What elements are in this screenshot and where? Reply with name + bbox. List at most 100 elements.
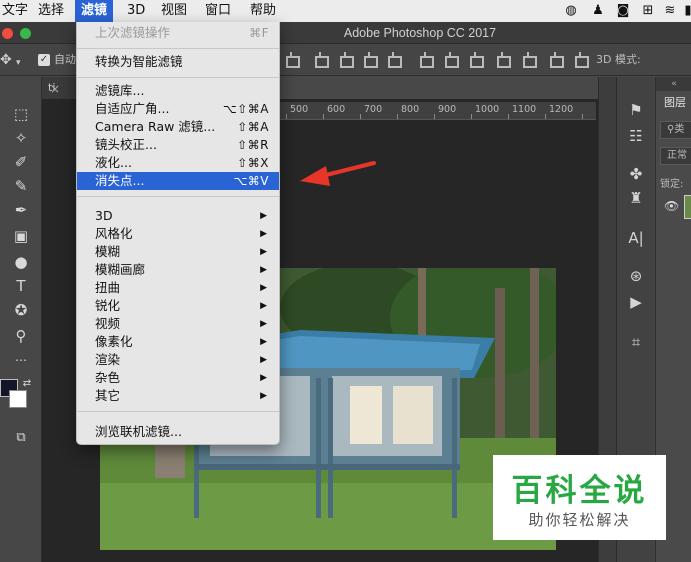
menu-filter[interactable]: 滤镜 [75, 0, 114, 22]
distribute-right-icon[interactable] [548, 52, 564, 68]
microphone-icon[interactable]: ◙ [615, 3, 631, 19]
submenu-arrow-icon: ▶ [260, 265, 267, 275]
menu-item-label: 上次滤镜操作 [95, 25, 171, 40]
close-tab-icon[interactable]: × [50, 82, 60, 96]
properties-icon[interactable]: ⚑ [625, 99, 647, 121]
menu-text[interactable]: 文字 [0, 0, 34, 22]
chevron-down-icon[interactable]: ▾ [16, 55, 21, 71]
lock-label: 锁定: [660, 179, 684, 190]
play-icon[interactable]: ▶ [625, 291, 647, 313]
auto-select-label: 自动 [54, 53, 76, 66]
type-tool-icon[interactable]: T [10, 275, 32, 297]
layer-visibility-icon[interactable]: 👁 [664, 199, 679, 213]
distribute-top-icon[interactable] [418, 52, 434, 68]
battery-icon[interactable]: ▮ [680, 3, 691, 19]
submenu-video[interactable]: 视频 ▶ [77, 315, 279, 333]
menu-item-vanishing-point[interactable]: 消失点... ⌥⌘V [77, 172, 279, 190]
menu-item-filter-gallery[interactable]: 滤镜库... [77, 82, 279, 100]
menu-item-camera-raw[interactable]: Camera Raw 滤镜... ⇧⌘A [77, 118, 279, 136]
move-tool-icon[interactable]: ✥ [0, 52, 12, 68]
menu-item-liquify[interactable]: 液化... ⇧⌘X [77, 154, 279, 172]
horizontal-ruler: 500 600 700 800 900 1000 1100 1200 [280, 102, 596, 120]
menu-select[interactable]: 选择 [32, 0, 70, 22]
submenu-other[interactable]: 其它 ▶ [77, 387, 279, 405]
menu-3d[interactable]: 3D [121, 0, 151, 22]
submenu-render[interactable]: 渲染 ▶ [77, 351, 279, 369]
magic-wand-tool-icon[interactable]: ✧ [10, 127, 32, 149]
submenu-arrow-icon: ▶ [260, 337, 267, 347]
align-center-icon[interactable] [313, 52, 329, 68]
auto-select-checkbox[interactable]: ✓ [38, 54, 50, 66]
menu-item-label: 模糊画廊 [95, 262, 146, 277]
wechat-icon[interactable]: ◍ [563, 3, 579, 19]
filter-dropdown-menu: 上次滤镜操作 ⌘F 转换为智能滤镜 滤镜库... 自适应广角... ⌥⇧⌘A C… [76, 22, 280, 445]
menu-item-browse-online-filters[interactable]: 浏览联机滤镜... [77, 423, 279, 441]
menu-item-label: 消失点... [95, 173, 145, 188]
submenu-pixelate[interactable]: 像素化 ▶ [77, 333, 279, 351]
character-icon[interactable]: A| [625, 227, 647, 249]
zoom-tool-icon[interactable]: ⚲ [10, 325, 32, 347]
align-right-icon[interactable] [338, 52, 354, 68]
menu-item-convert-smart-filter[interactable]: 转换为智能滤镜 [77, 53, 279, 71]
ruler-label: 600 [327, 104, 346, 115]
adjustments-icon[interactable]: ☷ [625, 125, 647, 147]
layer-thumbnail[interactable] [684, 195, 691, 219]
history-brush-tool-icon[interactable]: ✒ [10, 199, 32, 221]
menu-item-label: 风格化 [95, 226, 133, 241]
brush-tool-icon[interactable]: ✎ [10, 175, 32, 197]
blend-mode-select[interactable]: 正常 [660, 147, 691, 165]
submenu-blur-gallery[interactable]: 模糊画廊 ▶ [77, 261, 279, 279]
submenu-arrow-icon: ▶ [260, 247, 267, 257]
distribute-left-icon[interactable] [495, 52, 511, 68]
libraries-icon[interactable]: ♜ [625, 187, 647, 209]
menu-item-label: 视频 [95, 316, 121, 331]
menu-item-lens-correction[interactable]: 镜头校正... ⇧⌘R [77, 136, 279, 154]
submenu-noise[interactable]: 杂色 ▶ [77, 369, 279, 387]
custom-shape-tool-icon[interactable]: ✪ [10, 299, 32, 321]
eyedropper-tool-icon[interactable]: ✐ [10, 151, 32, 173]
menu-item-adaptive-wide-angle[interactable]: 自适应广角... ⌥⇧⌘A [77, 100, 279, 118]
dodge-tool-icon[interactable]: ● [10, 251, 32, 273]
menu-item-label: Camera Raw 滤镜... [95, 119, 216, 134]
menu-item-label: 3D [95, 208, 113, 223]
zoom-window-icon[interactable] [20, 28, 31, 39]
submenu-stylize[interactable]: 风格化 ▶ [77, 225, 279, 243]
swap-colors-icon[interactable]: ⇄ [16, 373, 38, 395]
crop-icon[interactable]: ⌗ [625, 331, 647, 353]
actions-icon[interactable]: ⊛ [625, 265, 647, 287]
close-window-icon[interactable] [2, 28, 13, 39]
submenu-3d[interactable]: 3D ▶ [77, 207, 279, 225]
styles-icon[interactable]: ✤ [625, 163, 647, 185]
distribute-center-icon[interactable] [521, 52, 537, 68]
menu-item-label: 模糊 [95, 244, 121, 259]
align-middle-icon[interactable] [386, 52, 402, 68]
gradient-tool-icon[interactable]: ▣ [10, 225, 32, 247]
input-method-icon[interactable]: ⊞ [640, 3, 656, 19]
menu-view[interactable]: 视图 [155, 0, 193, 22]
layer-filter-search[interactable]: ⚲类 [660, 121, 691, 139]
ruler-label: 500 [290, 104, 309, 115]
layers-panel-title[interactable]: 图层 [664, 94, 686, 110]
more-tools-icon[interactable]: ⋯ [10, 349, 32, 371]
collapse-panels-icon[interactable]: « [656, 77, 691, 91]
submenu-blur[interactable]: 模糊 ▶ [77, 243, 279, 261]
watermark-subtitle: 助你轻松解决 [528, 511, 631, 529]
submenu-arrow-icon: ▶ [260, 373, 267, 383]
align-top-icon[interactable] [362, 52, 378, 68]
notification-icon[interactable]: ♟ [590, 3, 606, 19]
auto-align-icon[interactable] [573, 52, 589, 68]
distribute-middle-icon[interactable] [443, 52, 459, 68]
tools-panel: ⬚ ✧ ✐ ✎ ✒ ▣ ● T ✪ ⚲ ⋯ ⇄ ⧉ [0, 77, 42, 562]
shortcut-label: ⇧⌘X [237, 156, 269, 170]
wifi-icon[interactable]: ≋ [662, 3, 678, 19]
distribute-bottom-icon[interactable] [468, 52, 484, 68]
submenu-sharpen[interactable]: 锐化 ▶ [77, 297, 279, 315]
shortcut-label: ⇧⌘R [237, 138, 269, 152]
submenu-distort[interactable]: 扭曲 ▶ [77, 279, 279, 297]
menu-item-label: 锐化 [95, 298, 121, 313]
menu-window[interactable]: 窗口 [199, 0, 237, 22]
marquee-tool-icon[interactable]: ⬚ [10, 103, 32, 125]
menu-help[interactable]: 帮助 [244, 0, 282, 22]
align-left-icon[interactable] [284, 52, 300, 68]
quick-mask-icon[interactable]: ⧉ [10, 427, 32, 449]
